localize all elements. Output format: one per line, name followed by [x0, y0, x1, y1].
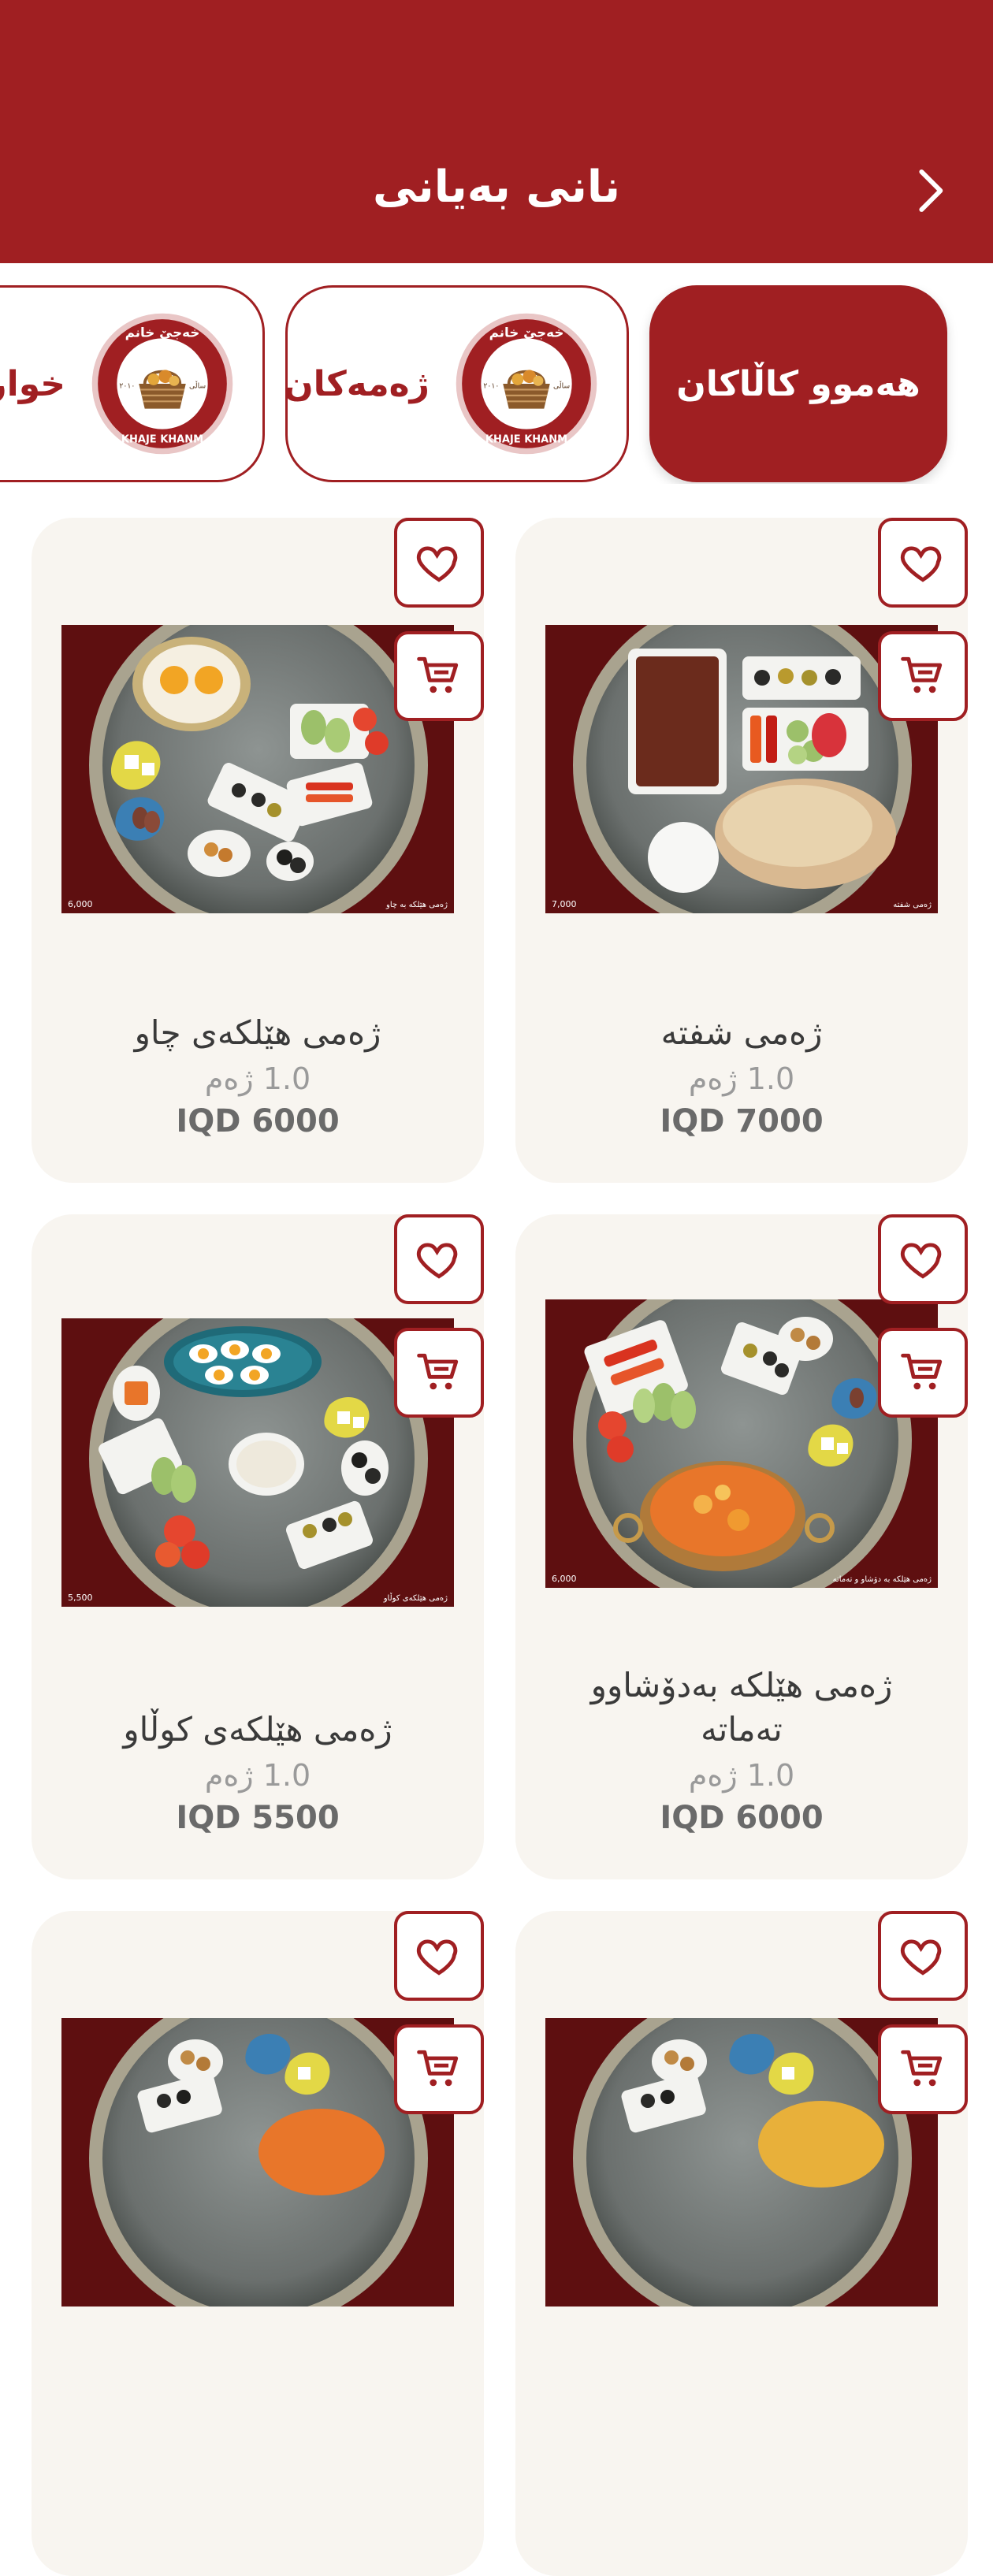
add-to-cart-button[interactable]	[878, 631, 968, 721]
favorite-button[interactable]	[878, 518, 968, 608]
tab-label: ژەمەکان	[284, 363, 430, 404]
product-price: IQD 6000	[176, 1103, 340, 1139]
svg-text:6,000: 6,000	[68, 899, 93, 909]
product-card[interactable]: 6,000 ژەمی هێلکە بە دۆشاو و تەماتە ژەمی …	[515, 1214, 968, 1879]
khaje-khanm-logo: خەجێ خانم KHAJE KHANM ٢٠١٠ ساڵی	[456, 313, 597, 455]
cart-icon	[416, 1350, 462, 1396]
svg-text:7,000: 7,000	[552, 899, 577, 909]
favorite-button[interactable]	[394, 1214, 484, 1304]
heart-icon	[416, 1933, 462, 1979]
svg-text:ژەمی شفتە: ژەمی شفتە	[893, 901, 932, 909]
favorite-button[interactable]	[878, 1214, 968, 1304]
heart-icon	[900, 1933, 946, 1979]
svg-text:6,000: 6,000	[552, 1574, 577, 1584]
tab-meals[interactable]: خەجێ خانم KHAJE KHANM ٢٠١٠ ساڵی ژەمەکان	[284, 285, 629, 482]
product-quantity: 1.0 ژەم	[688, 1758, 795, 1793]
svg-text:خەجێ خانم: خەجێ خانم	[489, 324, 564, 340]
favorite-button[interactable]	[394, 518, 484, 608]
cart-icon	[900, 1350, 946, 1396]
tab-drinks[interactable]: خەجێ خانم KHAJE KHANM ٢٠١٠ ساڵی خواردنەو…	[0, 285, 265, 482]
cart-icon	[416, 2046, 462, 2092]
product-quantity: 1.0 ژەم	[688, 1061, 795, 1096]
heart-icon	[900, 1236, 946, 1282]
khaje-khanm-logo: خەجێ خانم KHAJE KHANM ٢٠١٠ ساڵی	[91, 313, 233, 455]
heart-icon	[900, 540, 946, 585]
product-card[interactable]: 6,000 ژەمی هێلکە بە چاو ژەمی هێلکەی چاو …	[32, 518, 484, 1183]
svg-text:ساڵی: ساڵی	[553, 381, 570, 391]
favorite-button[interactable]	[878, 1911, 968, 2001]
add-to-cart-button[interactable]	[878, 2024, 968, 2114]
svg-text:KHAJE KHANM: KHAJE KHANM	[485, 433, 567, 445]
add-to-cart-button[interactable]	[394, 2024, 484, 2114]
cart-icon	[900, 653, 946, 699]
svg-text:KHAJE KHANM: KHAJE KHANM	[121, 433, 203, 445]
tab-label: خواردنەوەکان	[0, 363, 65, 404]
add-to-cart-button[interactable]	[394, 631, 484, 721]
product-quantity: 1.0 ژەم	[204, 1061, 311, 1096]
favorite-button[interactable]	[394, 1911, 484, 2001]
back-button[interactable]	[898, 159, 961, 222]
product-name: ژەمی هێلکە بەدۆشاوو تەماتە	[590, 1666, 893, 1749]
svg-text:٢٠١٠: ٢٠١٠	[483, 382, 499, 391]
tab-label: هەموو کاڵاکان	[676, 363, 920, 404]
svg-text:خەجێ خانم: خەجێ خانم	[125, 324, 200, 340]
heart-icon	[416, 1236, 462, 1282]
product-card[interactable]	[515, 1911, 968, 2576]
svg-text:ژەمی هێلکە بە چاو: ژەمی هێلکە بە چاو	[385, 901, 448, 909]
product-price: IQD 5500	[176, 1800, 340, 1836]
svg-text:ژەمی هێلکەی کوڵاو: ژەمی هێلکەی کوڵاو	[383, 1593, 448, 1603]
product-price: IQD 6000	[660, 1800, 824, 1836]
product-card[interactable]: 5,500 ژەمی هێلکەی کوڵاو ژەمی هێلکەی کوڵا…	[32, 1214, 484, 1879]
chevron-right-icon	[919, 169, 943, 212]
svg-text:ژەمی هێلکە بە دۆشاو و تەماتە: ژەمی هێلکە بە دۆشاو و تەماتە	[833, 1575, 932, 1584]
app-header: نانی بەیانی	[0, 0, 993, 263]
heart-icon	[416, 540, 462, 585]
cart-icon	[416, 653, 462, 699]
tab-all-items[interactable]: هەموو کاڵاکان	[649, 285, 947, 482]
cart-icon	[900, 2046, 946, 2092]
product-card[interactable]	[32, 1911, 484, 2576]
product-name: ژەمی هێلکەی چاو	[134, 1013, 381, 1052]
product-name: ژەمی شفتە	[660, 1013, 823, 1052]
product-card[interactable]: 7,000 ژەمی شفتە ژەمی شفتە 1.0 ژەم IQD 70…	[515, 518, 968, 1183]
svg-text:5,500: 5,500	[68, 1593, 93, 1603]
page-title: نانی بەیانی	[373, 162, 620, 213]
svg-text:٢٠١٠: ٢٠١٠	[119, 382, 135, 391]
category-tabs: هەموو کاڵاکان خەجێ خانم KHAJE KHANM ٢٠١٠…	[0, 285, 993, 484]
product-name: ژەمی هێلکەی کوڵاو	[123, 1710, 392, 1749]
add-to-cart-button[interactable]	[394, 1328, 484, 1418]
svg-text:ساڵی: ساڵی	[189, 381, 206, 391]
product-price: IQD 7000	[660, 1103, 824, 1139]
add-to-cart-button[interactable]	[878, 1328, 968, 1418]
product-quantity: 1.0 ژەم	[204, 1758, 311, 1793]
